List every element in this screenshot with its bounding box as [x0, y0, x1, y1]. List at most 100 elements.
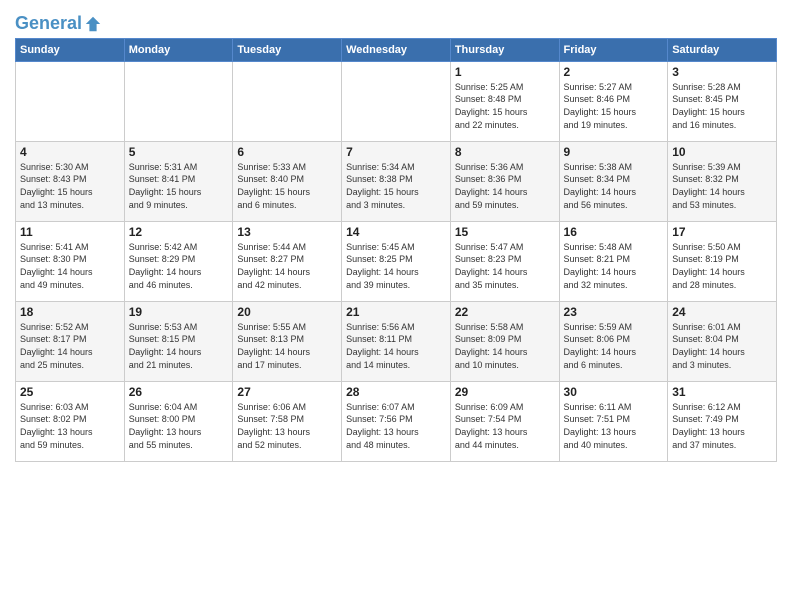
- day-info: Sunrise: 5:58 AM Sunset: 8:09 PM Dayligh…: [455, 321, 555, 371]
- calendar-cell: 19 Sunrise: 5:53 AM Sunset: 8:15 PM Dayli…: [124, 301, 233, 381]
- day-info: Sunrise: 6:09 AM Sunset: 7:54 PM Dayligh…: [455, 401, 555, 451]
- day-info: Sunrise: 5:31 AM Sunset: 8:41 PM Dayligh…: [129, 161, 229, 211]
- day-number: 3: [672, 65, 772, 79]
- calendar-cell: 4Sunrise: 5:30 AM Sunset: 8:43 PM Daylig…: [16, 141, 125, 221]
- day-info: Sunrise: 5:44 AM Sunset: 8:27 PM Dayligh…: [237, 241, 337, 291]
- day-number: 28: [346, 385, 446, 399]
- week-row-1: 1Sunrise: 5:25 AM Sunset: 8:48 PM Daylig…: [16, 61, 777, 141]
- day-info: Sunrise: 5:28 AM Sunset: 8:45 PM Dayligh…: [672, 81, 772, 131]
- header-thursday: Thursday: [450, 38, 559, 61]
- week-row-3: 11 Sunrise: 5:41 AM Sunset: 8:30 PM Dayli…: [16, 221, 777, 301]
- week-row-4: 18 Sunrise: 5:52 AM Sunset: 8:17 PM Dayli…: [16, 301, 777, 381]
- calendar-cell: 14 Sunrise: 5:45 AM Sunset: 8:25 PM Dayli…: [342, 221, 451, 301]
- calendar-header: SundayMondayTuesdayWednesdayThursdayFrid…: [16, 38, 777, 61]
- calendar-cell: [16, 61, 125, 141]
- header-wednesday: Wednesday: [342, 38, 451, 61]
- header-tuesday: Tuesday: [233, 38, 342, 61]
- day-info: Sunrise: 5:45 AM Sunset: 8:25 PM Dayligh…: [346, 241, 446, 291]
- calendar-cell: 22Sunrise: 5:58 AM Sunset: 8:09 PM Dayli…: [450, 301, 559, 381]
- calendar-cell: 30Sunrise: 6:11 AM Sunset: 7:51 PM Dayli…: [559, 381, 668, 461]
- day-info: Sunrise: 5:56 AM Sunset: 8:11 PM Dayligh…: [346, 321, 446, 371]
- day-info: Sunrise: 5:33 AM Sunset: 8:40 PM Dayligh…: [237, 161, 337, 211]
- logo-text: General: [15, 14, 82, 34]
- day-number: 4: [20, 145, 120, 159]
- calendar-cell: 13 Sunrise: 5:44 AM Sunset: 8:27 PM Dayli…: [233, 221, 342, 301]
- day-info: Sunrise: 5:39 AM Sunset: 8:32 PM Dayligh…: [672, 161, 772, 211]
- day-number: 25: [20, 385, 120, 399]
- header: General: [15, 10, 777, 34]
- day-number: 19: [129, 305, 229, 319]
- calendar-cell: 12 Sunrise: 5:42 AM Sunset: 8:29 PM Dayli…: [124, 221, 233, 301]
- day-info: Sunrise: 5:48 AM Sunset: 8:21 PM Dayligh…: [564, 241, 664, 291]
- day-info: Sunrise: 5:38 AM Sunset: 8:34 PM Dayligh…: [564, 161, 664, 211]
- calendar-cell: 15 Sunrise: 5:47 AM Sunset: 8:23 PM Dayli…: [450, 221, 559, 301]
- day-info: Sunrise: 5:34 AM Sunset: 8:38 PM Dayligh…: [346, 161, 446, 211]
- day-info: Sunrise: 6:12 AM Sunset: 7:49 PM Dayligh…: [672, 401, 772, 451]
- day-number: 16: [564, 225, 664, 239]
- day-info: Sunrise: 6:04 AM Sunset: 8:00 PM Dayligh…: [129, 401, 229, 451]
- calendar-cell: 8 Sunrise: 5:36 AM Sunset: 8:36 PM Daylig…: [450, 141, 559, 221]
- day-number: 10: [672, 145, 772, 159]
- calendar-body: 1Sunrise: 5:25 AM Sunset: 8:48 PM Daylig…: [16, 61, 777, 461]
- day-number: 2: [564, 65, 664, 79]
- calendar-cell: 20Sunrise: 5:55 AM Sunset: 8:13 PM Dayli…: [233, 301, 342, 381]
- calendar-table: SundayMondayTuesdayWednesdayThursdayFrid…: [15, 38, 777, 462]
- week-row-5: 25 Sunrise: 6:03 AM Sunset: 8:02 PM Dayli…: [16, 381, 777, 461]
- calendar-cell: 29 Sunrise: 6:09 AM Sunset: 7:54 PM Dayli…: [450, 381, 559, 461]
- day-number: 8: [455, 145, 555, 159]
- calendar-cell: 25 Sunrise: 6:03 AM Sunset: 8:02 PM Dayli…: [16, 381, 125, 461]
- day-number: 7: [346, 145, 446, 159]
- day-info: Sunrise: 6:01 AM Sunset: 8:04 PM Dayligh…: [672, 321, 772, 371]
- calendar-cell: 24 Sunrise: 6:01 AM Sunset: 8:04 PM Dayli…: [668, 301, 777, 381]
- day-number: 30: [564, 385, 664, 399]
- day-number: 29: [455, 385, 555, 399]
- day-info: Sunrise: 5:27 AM Sunset: 8:46 PM Dayligh…: [564, 81, 664, 131]
- calendar-cell: 2 Sunrise: 5:27 AM Sunset: 8:46 PM Daylig…: [559, 61, 668, 141]
- calendar-cell: [342, 61, 451, 141]
- day-info: Sunrise: 5:42 AM Sunset: 8:29 PM Dayligh…: [129, 241, 229, 291]
- header-row: SundayMondayTuesdayWednesdayThursdayFrid…: [16, 38, 777, 61]
- calendar-cell: 7 Sunrise: 5:34 AM Sunset: 8:38 PM Daylig…: [342, 141, 451, 221]
- day-number: 18: [20, 305, 120, 319]
- day-number: 1: [455, 65, 555, 79]
- day-info: Sunrise: 5:53 AM Sunset: 8:15 PM Dayligh…: [129, 321, 229, 371]
- logo: General: [15, 14, 102, 34]
- day-info: Sunrise: 5:41 AM Sunset: 8:30 PM Dayligh…: [20, 241, 120, 291]
- calendar-cell: 26 Sunrise: 6:04 AM Sunset: 8:00 PM Dayli…: [124, 381, 233, 461]
- day-info: Sunrise: 6:03 AM Sunset: 8:02 PM Dayligh…: [20, 401, 120, 451]
- day-info: Sunrise: 5:36 AM Sunset: 8:36 PM Dayligh…: [455, 161, 555, 211]
- day-info: Sunrise: 5:47 AM Sunset: 8:23 PM Dayligh…: [455, 241, 555, 291]
- day-number: 15: [455, 225, 555, 239]
- day-number: 14: [346, 225, 446, 239]
- day-number: 6: [237, 145, 337, 159]
- calendar-cell: [124, 61, 233, 141]
- logo-icon: [84, 15, 102, 33]
- day-number: 24: [672, 305, 772, 319]
- header-friday: Friday: [559, 38, 668, 61]
- day-number: 31: [672, 385, 772, 399]
- calendar-cell: 1Sunrise: 5:25 AM Sunset: 8:48 PM Daylig…: [450, 61, 559, 141]
- calendar-cell: 16 Sunrise: 5:48 AM Sunset: 8:21 PM Dayli…: [559, 221, 668, 301]
- day-number: 12: [129, 225, 229, 239]
- calendar-cell: 10 Sunrise: 5:39 AM Sunset: 8:32 PM Dayli…: [668, 141, 777, 221]
- calendar-cell: 17Sunrise: 5:50 AM Sunset: 8:19 PM Dayli…: [668, 221, 777, 301]
- day-info: Sunrise: 6:07 AM Sunset: 7:56 PM Dayligh…: [346, 401, 446, 451]
- calendar-cell: [233, 61, 342, 141]
- day-number: 13: [237, 225, 337, 239]
- calendar-cell: 11 Sunrise: 5:41 AM Sunset: 8:30 PM Dayli…: [16, 221, 125, 301]
- day-info: Sunrise: 5:52 AM Sunset: 8:17 PM Dayligh…: [20, 321, 120, 371]
- day-number: 26: [129, 385, 229, 399]
- day-number: 9: [564, 145, 664, 159]
- day-number: 11: [20, 225, 120, 239]
- main-container: General SundayMondayTuesdayWednesdayThur…: [0, 0, 792, 470]
- header-saturday: Saturday: [668, 38, 777, 61]
- header-sunday: Sunday: [16, 38, 125, 61]
- calendar-cell: 27Sunrise: 6:06 AM Sunset: 7:58 PM Dayli…: [233, 381, 342, 461]
- day-number: 5: [129, 145, 229, 159]
- day-number: 23: [564, 305, 664, 319]
- header-monday: Monday: [124, 38, 233, 61]
- calendar-cell: 6 Sunrise: 5:33 AM Sunset: 8:40 PM Daylig…: [233, 141, 342, 221]
- calendar-cell: 31 Sunrise: 6:12 AM Sunset: 7:49 PM Dayli…: [668, 381, 777, 461]
- day-info: Sunrise: 5:55 AM Sunset: 8:13 PM Dayligh…: [237, 321, 337, 371]
- calendar-cell: 3 Sunrise: 5:28 AM Sunset: 8:45 PM Daylig…: [668, 61, 777, 141]
